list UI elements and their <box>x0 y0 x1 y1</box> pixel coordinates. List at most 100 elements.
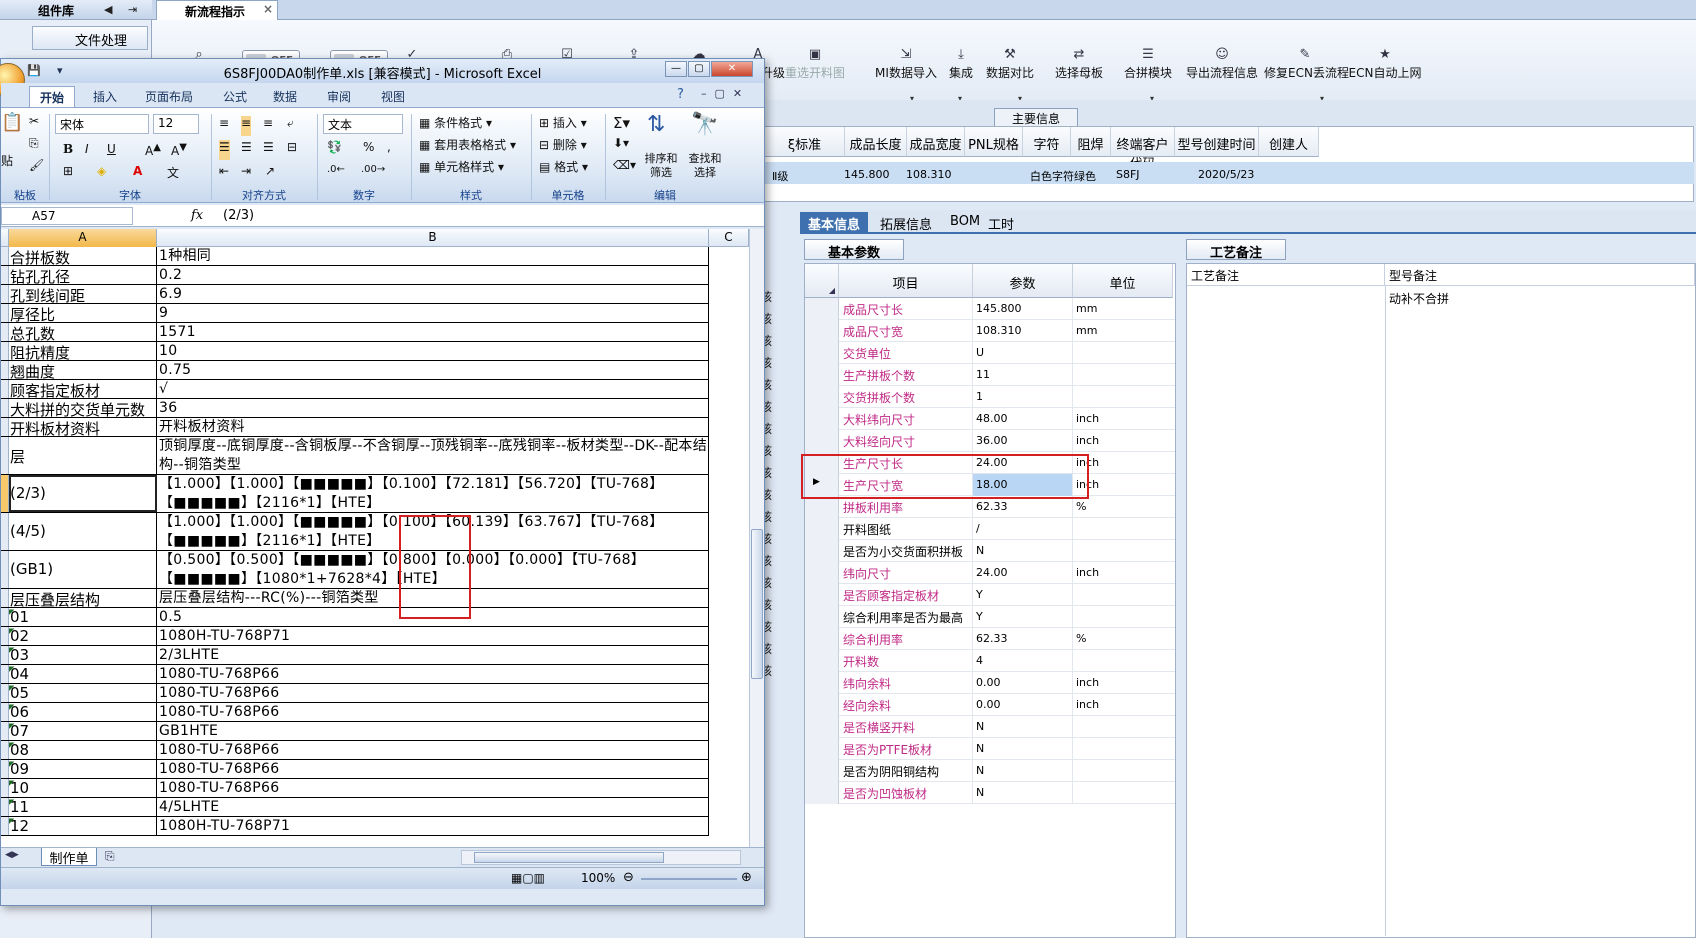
sheet-row[interactable]: 顾客指定板材 √ <box>1 380 709 399</box>
cell-a[interactable]: 11 <box>9 798 157 816</box>
ribbon-tab-2[interactable]: 页面布局 <box>135 86 203 107</box>
cell-a[interactable]: 07 <box>9 722 157 740</box>
cell-b[interactable]: GB1HTE <box>157 722 709 740</box>
sheet-row[interactable]: 05 1080-TU-768P66 ◤ <box>1 684 709 703</box>
param-value[interactable]: 145.800 <box>973 298 1073 320</box>
orientation-icon[interactable]: ↗ <box>265 164 275 184</box>
row-header[interactable] <box>1 418 9 436</box>
clear-icon[interactable]: ⌫▾ <box>613 158 636 178</box>
find-select-icon[interactable]: 🔭 <box>691 112 718 137</box>
row-indicator[interactable] <box>805 518 839 540</box>
sheet-row[interactable]: 03 2/3LHTE ◤ <box>1 646 709 665</box>
row-header[interactable] <box>1 266 9 284</box>
cell-b[interactable]: 4/5LHTE <box>157 798 709 816</box>
paste-icon[interactable]: 📋 <box>1 112 23 133</box>
cell-b[interactable]: 1080H-TU-768P71 <box>157 817 709 835</box>
row-header[interactable] <box>1 646 9 664</box>
param-row[interactable]: 是否为PTFE板材 N <box>805 738 1175 760</box>
cell-b[interactable]: 【1.000】【1.000】【■■■■■】【0.100】【72.181】【56.… <box>157 475 709 512</box>
tab-work-hours[interactable]: 工时 <box>980 212 1022 234</box>
info-header-5[interactable]: 阻焊 <box>1071 127 1111 157</box>
zoom-slider[interactable] <box>641 878 737 880</box>
cell-a[interactable]: 12 <box>9 817 157 835</box>
param-row[interactable]: 是否横竖开料 N <box>805 716 1175 738</box>
insert-function-icon[interactable]: fx <box>191 208 203 223</box>
accounting-icon[interactable]: 💱 <box>327 140 342 160</box>
delete-cells-button[interactable]: ⊟ 删除 ▾ <box>539 136 587 156</box>
row-indicator[interactable] <box>805 584 839 606</box>
ribbon-tab-1[interactable]: 插入 <box>83 86 127 107</box>
row-header[interactable] <box>1 513 9 550</box>
param-row[interactable]: 交货拼板个数 1 <box>805 386 1175 408</box>
row-header[interactable] <box>1 361 9 379</box>
name-box[interactable]: A57 <box>1 207 133 225</box>
cell-b[interactable]: 顶铜厚度--底铜厚度--含铜板厚--不含铜厚--顶残铜率--底残铜率--板材类型… <box>157 437 709 474</box>
cell-a[interactable]: 顾客指定板材 <box>9 380 157 398</box>
sort-filter-icon[interactable]: ⇅ <box>647 112 665 137</box>
cell-b[interactable]: 1080-TU-768P66 <box>157 665 709 683</box>
sheet-row[interactable]: 层顶铜厚度--底铜厚度--含铜板厚--不含铜厚--顶残铜率--底残铜率--板材类… <box>1 437 709 475</box>
sheet-row[interactable]: 层压叠层结构 层压叠层结构---RC(%)---铜箔类型 <box>1 589 709 608</box>
minimize-button[interactable]: — <box>665 61 687 77</box>
cell-b[interactable]: 1080-TU-768P66 <box>157 779 709 797</box>
sheet-row[interactable]: 厚径比 9 <box>1 304 709 323</box>
increase-decimal-icon[interactable]: .0← <box>327 164 345 184</box>
row-header[interactable] <box>1 551 9 588</box>
save-icon[interactable]: 💾 <box>27 64 41 77</box>
row-indicator[interactable] <box>805 738 839 760</box>
row-indicator[interactable] <box>805 562 839 584</box>
main-info-row[interactable]: Ⅱ级 145.800 108.310 白色字符 绿色 S8FJ 2020/5/23 <box>764 162 1694 184</box>
param-row[interactable]: 开料数 4 <box>805 650 1175 672</box>
param-header-1[interactable]: 参数 <box>973 264 1073 298</box>
copy-icon[interactable]: ⎘ <box>29 136 39 156</box>
cell-a[interactable]: 06 <box>9 703 157 721</box>
param-value[interactable]: 4 <box>973 650 1073 672</box>
font-name-select[interactable]: 宋体 <box>55 114 149 134</box>
wrap-text-icon[interactable]: ⤶ <box>287 116 294 136</box>
param-value[interactable]: N <box>973 782 1073 804</box>
sheet-row[interactable]: 孔到线间距 6.9 <box>1 285 709 304</box>
row-indicator[interactable] <box>805 320 839 342</box>
comma-icon[interactable]: , <box>387 140 391 160</box>
param-row[interactable]: 大料经向尺寸 36.00 inch <box>805 430 1175 452</box>
row-indicator[interactable] <box>805 430 839 452</box>
row-header[interactable] <box>1 399 9 417</box>
autosum-icon[interactable]: Σ▾ <box>613 114 630 134</box>
param-value[interactable]: N <box>973 716 1073 738</box>
tab-basic-info[interactable]: 基本信息 <box>800 212 869 234</box>
column-header-b[interactable]: B <box>157 229 709 247</box>
param-row[interactable]: 是否为小交货面积拼板 N <box>805 540 1175 562</box>
table-format-button[interactable]: ▦ 套用表格格式 ▾ <box>419 136 516 156</box>
info-header-3[interactable]: PNL规格 <box>965 127 1023 157</box>
param-value[interactable]: N <box>973 540 1073 562</box>
row-indicator[interactable] <box>805 650 839 672</box>
ribbon-tab-3[interactable]: 公式 <box>213 86 257 107</box>
phonetic-icon[interactable]: 文 <box>167 164 179 184</box>
align-top-icon[interactable]: ≡ <box>219 116 229 136</box>
sheet-row[interactable]: 总孔数 1571 <box>1 323 709 342</box>
cell-a[interactable]: 翘曲度 <box>9 361 157 379</box>
align-left-icon[interactable]: ☰ <box>219 140 230 160</box>
row-indicator[interactable] <box>805 298 839 320</box>
cell-a[interactable]: 总孔数 <box>9 323 157 341</box>
param-value[interactable]: 24.00 <box>973 562 1073 584</box>
cell-a[interactable]: 01 <box>9 608 157 626</box>
row-indicator[interactable] <box>805 628 839 650</box>
row-header[interactable] <box>1 380 9 398</box>
param-row[interactable]: 综合利用率是否为最高 Y <box>805 606 1175 628</box>
sheet-row[interactable]: 翘曲度 0.75 <box>1 361 709 380</box>
shrink-font-button[interactable]: A▼ <box>171 142 187 162</box>
cell-b[interactable]: 1080-TU-768P66 <box>157 760 709 778</box>
param-header-2[interactable]: 单位 <box>1073 264 1173 298</box>
cell-a[interactable]: 层压叠层结构 <box>9 589 157 607</box>
cut-icon[interactable]: ✂ <box>29 114 39 134</box>
vertical-scroll-thumb[interactable] <box>751 529 763 679</box>
cell-b[interactable]: 1080-TU-768P66 <box>157 703 709 721</box>
bold-button[interactable]: B <box>63 142 73 162</box>
toolbar-button-7[interactable]: ▣ 重选开料图 <box>780 46 850 82</box>
file-handling-button[interactable]: 文件处理 <box>32 26 148 50</box>
sheet-row[interactable]: (4/5) 【1.000】【1.000】【■■■■■】【0.100】【60.139… <box>1 513 709 551</box>
underline-button[interactable]: U <box>107 142 116 162</box>
row-indicator[interactable] <box>805 364 839 386</box>
increase-indent-icon[interactable]: ⇥ <box>241 164 251 184</box>
